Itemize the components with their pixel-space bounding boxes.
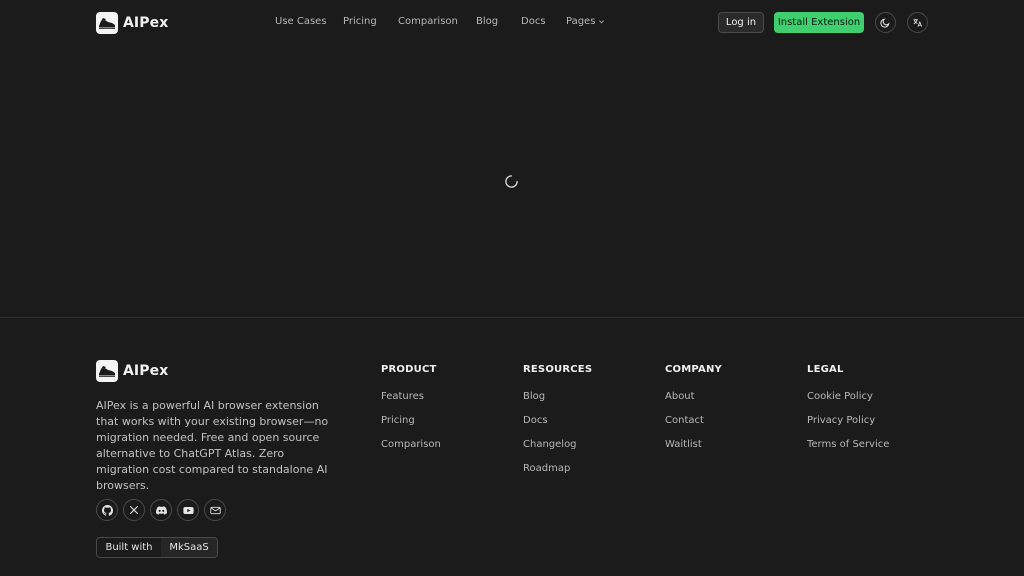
footer-link-waitlist[interactable]: Waitlist bbox=[665, 439, 722, 451]
x-icon bbox=[129, 505, 139, 515]
nav-comparison[interactable]: Comparison bbox=[398, 16, 458, 27]
footer-link-pricing[interactable]: Pricing bbox=[381, 415, 441, 427]
footer-column-product: PRODUCT Features Pricing Comparison bbox=[381, 364, 441, 451]
footer-link-privacy-policy[interactable]: Privacy Policy bbox=[807, 415, 889, 427]
nav-pages-label: Pages bbox=[566, 16, 596, 27]
github-icon bbox=[101, 504, 113, 516]
built-with-label: Built with bbox=[105, 542, 153, 553]
moon-icon bbox=[880, 18, 890, 28]
footer-link-roadmap[interactable]: Roadmap bbox=[523, 463, 592, 475]
footer-divider bbox=[0, 317, 1024, 318]
github-link[interactable] bbox=[96, 499, 118, 521]
footer-column-resources: RESOURCES Blog Docs Changelog Roadmap bbox=[523, 364, 592, 475]
social-links bbox=[96, 499, 226, 521]
built-with-name: MkSaaS bbox=[161, 538, 217, 557]
youtube-link[interactable] bbox=[177, 499, 199, 521]
footer-brand-name: AIPex bbox=[123, 363, 169, 379]
footer-description: AIPex is a powerful AI browser extension… bbox=[96, 399, 329, 492]
nav-use-cases[interactable]: Use Cases bbox=[275, 16, 327, 27]
install-extension-button[interactable]: Install Extension bbox=[774, 12, 864, 33]
language-switch-button[interactable] bbox=[907, 12, 928, 33]
x-link[interactable] bbox=[123, 499, 145, 521]
built-with-badge[interactable]: Built with MkSaaS bbox=[96, 537, 218, 558]
mail-icon bbox=[209, 506, 221, 514]
footer-column-title: LEGAL bbox=[807, 364, 844, 375]
footer-column-title: PRODUCT bbox=[381, 364, 437, 375]
theme-toggle-button[interactable] bbox=[875, 12, 896, 33]
footer-link-features[interactable]: Features bbox=[381, 391, 441, 403]
discord-icon bbox=[155, 505, 167, 515]
site-header: AIPex Use Cases Pricing Comparison Blog … bbox=[0, 0, 1024, 45]
nav-docs[interactable]: Docs bbox=[521, 16, 546, 27]
discord-link[interactable] bbox=[150, 499, 172, 521]
nav-pricing[interactable]: Pricing bbox=[343, 16, 377, 27]
brand-name: AIPex bbox=[123, 15, 169, 31]
footer-brand-link[interactable]: AIPex bbox=[96, 360, 168, 382]
footer-column-company: COMPANY About Contact Waitlist bbox=[665, 364, 722, 451]
chevron-down-icon bbox=[599, 20, 605, 24]
footer-column-title: RESOURCES bbox=[523, 364, 593, 375]
email-link[interactable] bbox=[204, 499, 226, 521]
nav-pages-dropdown[interactable]: Pages bbox=[566, 16, 605, 27]
footer-link-changelog[interactable]: Changelog bbox=[523, 439, 592, 451]
loading-spinner-icon bbox=[504, 174, 519, 189]
footer-link-docs[interactable]: Docs bbox=[523, 415, 592, 427]
footer-link-blog[interactable]: Blog bbox=[523, 391, 592, 403]
footer-link-terms-of-service[interactable]: Terms of Service bbox=[807, 439, 889, 451]
brand-link[interactable]: AIPex bbox=[96, 12, 168, 34]
login-button[interactable]: Log in bbox=[718, 12, 764, 33]
footer-link-about[interactable]: About bbox=[665, 391, 722, 403]
footer-link-cookie-policy[interactable]: Cookie Policy bbox=[807, 391, 889, 403]
footer-link-comparison[interactable]: Comparison bbox=[381, 439, 441, 451]
translate-icon bbox=[913, 18, 923, 27]
footer-link-contact[interactable]: Contact bbox=[665, 415, 722, 427]
footer-column-title: COMPANY bbox=[665, 364, 722, 375]
nav-blog[interactable]: Blog bbox=[476, 16, 498, 27]
shoe-logo-icon bbox=[96, 12, 118, 34]
footer-column-legal: LEGAL Cookie Policy Privacy Policy Terms… bbox=[807, 364, 889, 451]
shoe-logo-icon bbox=[96, 360, 118, 382]
youtube-icon bbox=[182, 506, 194, 514]
